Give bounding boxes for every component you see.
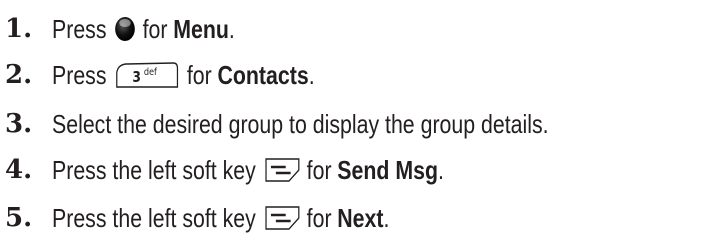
- step-text-after: for: [306, 202, 332, 233]
- step-number: 3.: [5, 109, 33, 139]
- step-target: Send Msg: [337, 154, 438, 185]
- step-2: 2. Press 3 def for Contacts .: [0, 55, 372, 95]
- step-text-end: .: [383, 202, 390, 233]
- step-text-end: .: [228, 13, 235, 44]
- step-text-end: .: [437, 154, 444, 185]
- step-text-before: Press the left soft key: [52, 202, 256, 233]
- step-text-end: .: [308, 59, 315, 90]
- step-1: 1. Press for Menu .: [0, 9, 275, 49]
- step-text: Select the desired group to display the …: [52, 108, 549, 139]
- left-soft-key-icon: [264, 157, 300, 183]
- step-3: 3. Select the desired group to display t…: [0, 104, 658, 144]
- step-text-after: for: [186, 59, 212, 90]
- step-text-before: Press the left soft key: [52, 154, 256, 185]
- left-soft-key-icon: [264, 205, 300, 231]
- step-text-before: Press: [52, 59, 107, 90]
- step-text-after: for: [142, 13, 168, 44]
- step-text: Press the left soft key for Next .: [52, 203, 389, 234]
- key-sub-label: def: [144, 67, 158, 78]
- step-text: Press the left soft key for Send Msg .: [52, 155, 444, 186]
- step-number: 4.: [5, 155, 33, 185]
- step-4: 4. Press the left soft key for Send Msg …: [0, 150, 530, 190]
- step-text-before: Press: [52, 13, 107, 44]
- step-text-after: for: [306, 154, 332, 185]
- step-text: Press for Menu .: [52, 14, 235, 45]
- key-label: 3: [133, 69, 142, 86]
- step-text: Press 3 def for Contacts .: [52, 60, 315, 91]
- step-target: Next: [337, 202, 384, 233]
- step-target: Contacts: [217, 59, 309, 90]
- menu-ok-center-key-icon: [115, 16, 136, 42]
- step-5: 5. Press the left soft key for Next .: [0, 198, 464, 238]
- key-3-def-icon: 3 def: [115, 61, 181, 89]
- step-number: 5.: [5, 203, 33, 233]
- step-number: 1.: [5, 14, 33, 44]
- step-target: Menu: [173, 13, 229, 44]
- step-number: 2.: [5, 60, 33, 90]
